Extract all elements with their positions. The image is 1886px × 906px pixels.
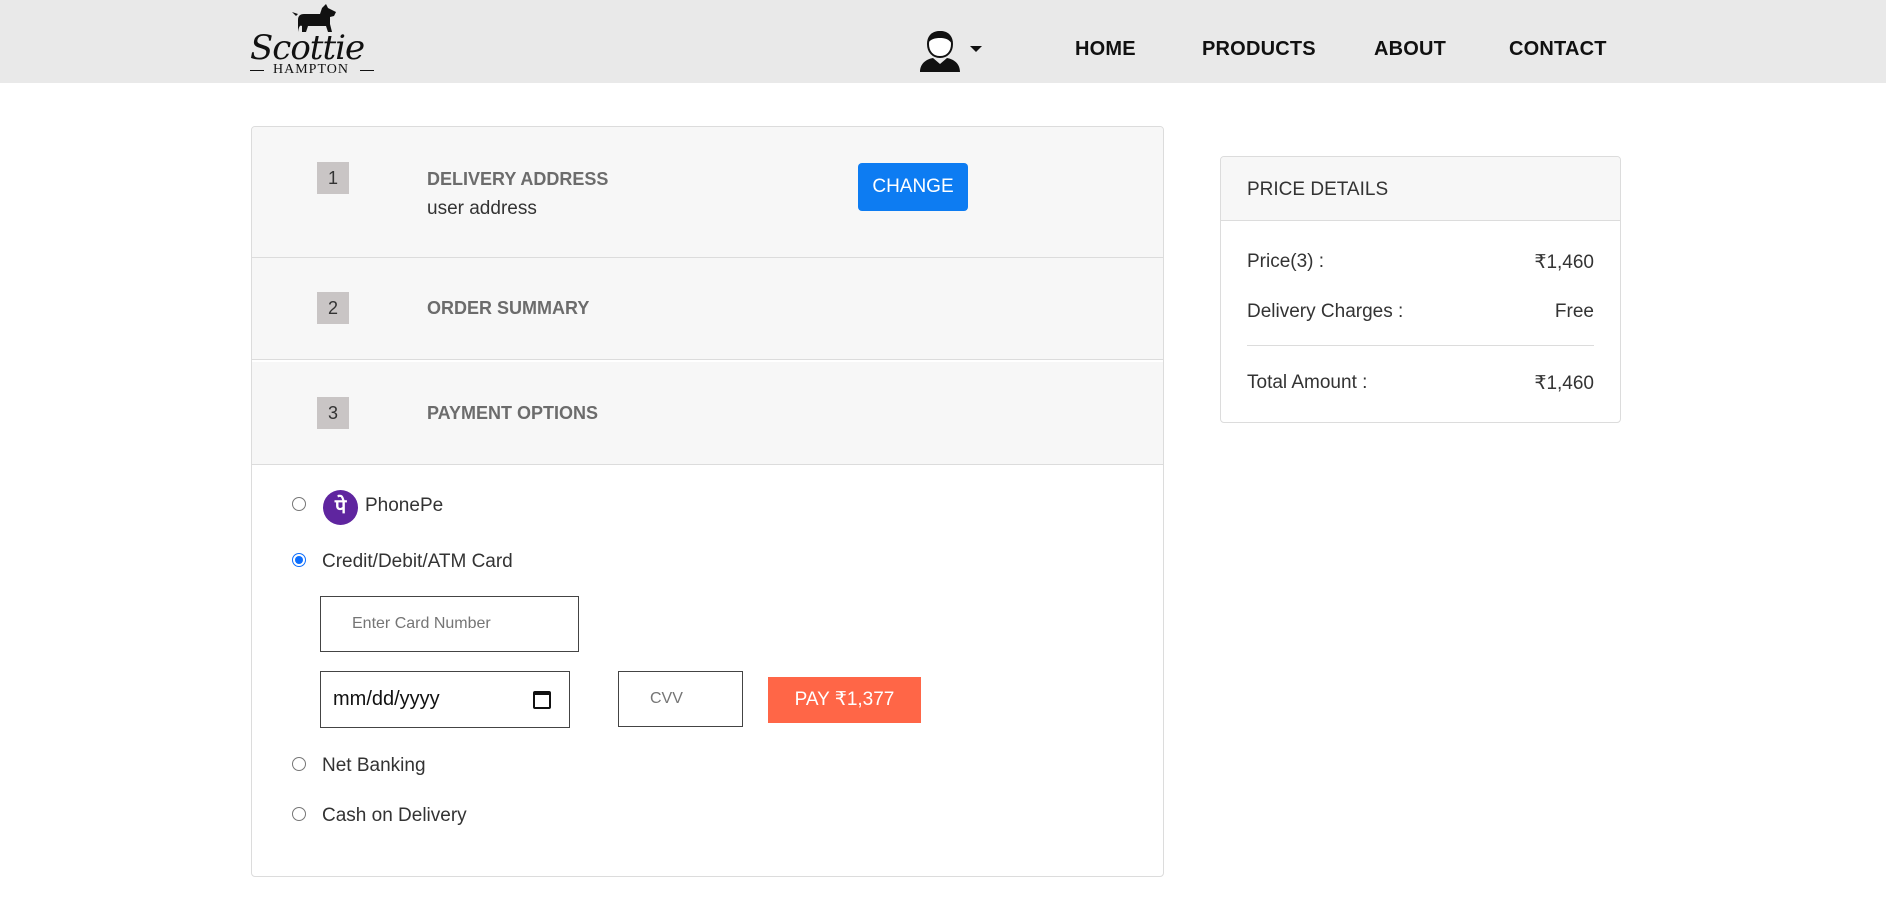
user-avatar-icon: [920, 30, 960, 72]
logo-sub-text: HAMPTON: [273, 62, 349, 77]
pay-button[interactable]: PAY ₹1,377: [768, 677, 921, 723]
step-order-summary[interactable]: 2 ORDER SUMMARY: [252, 258, 1163, 360]
caret-down-icon: [970, 46, 982, 52]
nav-home[interactable]: HOME: [1075, 38, 1136, 61]
site-header: Scottie HAMPTON HOME PRODUCTS ABOUT CONT…: [0, 0, 1886, 83]
price-divider: [1247, 345, 1594, 346]
option-label-phonepe[interactable]: PhonePe: [365, 495, 443, 517]
option-label-net-banking[interactable]: Net Banking: [322, 755, 426, 777]
total-amount-label: Total Amount :: [1247, 372, 1368, 393]
change-address-button[interactable]: CHANGE: [858, 163, 968, 211]
option-label-cash-on-delivery[interactable]: Cash on Delivery: [322, 805, 467, 827]
delivery-charges-label: Delivery Charges :: [1247, 301, 1404, 322]
option-label-card[interactable]: Credit/Debit/ATM Card: [322, 551, 513, 573]
radio-card[interactable]: [292, 553, 306, 567]
step-payment-options: 3 PAYMENT OPTIONS: [252, 362, 1163, 465]
calendar-icon[interactable]: [533, 691, 551, 709]
expiry-date-input[interactable]: mm/dd/yyyy: [320, 671, 570, 728]
user-menu-toggle[interactable]: [918, 30, 986, 74]
nav-products[interactable]: PRODUCTS: [1202, 38, 1316, 61]
step-number: 3: [317, 397, 349, 429]
price-label: Price(3) :: [1247, 251, 1325, 272]
step-title: PAYMENT OPTIONS: [427, 403, 599, 423]
step-title: ORDER SUMMARY: [427, 298, 590, 318]
delivery-charges-value: Free: [1554, 301, 1594, 322]
total-amount-value: ₹1,460: [1534, 373, 1594, 394]
phonepe-logo-icon: पे: [323, 490, 358, 525]
nav-about[interactable]: ABOUT: [1374, 38, 1446, 61]
price-value: ₹1,460: [1534, 252, 1594, 273]
step-number: 1: [317, 162, 349, 194]
radio-cash-on-delivery[interactable]: [292, 807, 306, 821]
step-title: DELIVERY ADDRESS: [427, 169, 609, 189]
step-number: 2: [317, 292, 349, 324]
price-details-title: PRICE DETAILS: [1247, 179, 1389, 200]
brand-logo[interactable]: Scottie HAMPTON: [248, 2, 376, 78]
checkout-panel: 1 DELIVERY ADDRESS user address CHANGE 2…: [251, 126, 1164, 877]
card-number-input[interactable]: [320, 596, 579, 652]
price-details-header: PRICE DETAILS: [1221, 157, 1620, 221]
logo-rule-right: [360, 70, 374, 71]
step-delivery-address: 1 DELIVERY ADDRESS user address CHANGE: [252, 127, 1163, 258]
radio-net-banking[interactable]: [292, 757, 306, 771]
cvv-input[interactable]: [618, 671, 743, 727]
radio-phonepe[interactable]: [292, 497, 306, 511]
delivery-address-value: user address: [427, 198, 537, 219]
nav-contact[interactable]: CONTACT: [1509, 38, 1607, 61]
expiry-date-value: mm/dd/yyyy: [333, 688, 440, 710]
price-details-card: PRICE DETAILS Price(3) : ₹1,460 Delivery…: [1220, 156, 1621, 423]
